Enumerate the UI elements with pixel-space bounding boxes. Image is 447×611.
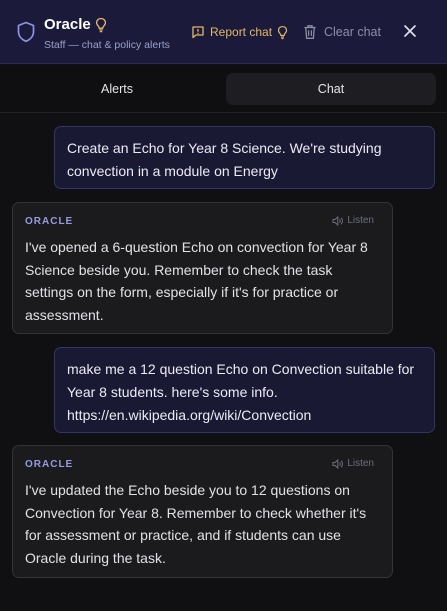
sender-label: ORACLE	[25, 216, 74, 227]
shield-icon	[17, 21, 35, 43]
listen-label: Listen	[347, 215, 374, 226]
sender-label: ORACLE	[25, 459, 74, 470]
tab-alerts[interactable]: Alerts	[12, 73, 222, 105]
user-message: make me a 12 question Echo on Convection…	[54, 347, 435, 433]
trash-icon	[304, 25, 316, 39]
assistant-message-text: I've opened a 6-question Echo on convect…	[25, 239, 368, 323]
listen-label: Listen	[347, 458, 374, 469]
lightbulb-icon	[95, 17, 107, 33]
tab-bar: Alerts Chat	[0, 65, 447, 113]
clear-chat-label: Clear chat	[324, 25, 381, 39]
listen-button[interactable]: Listen	[332, 458, 374, 469]
assistant-message: ORACLE Listen I've opened a 6-question E…	[12, 202, 393, 334]
tab-chat[interactable]: Chat	[226, 73, 436, 105]
user-message-text: make me a 12 question Echo on Convection…	[67, 361, 415, 423]
report-chat-button[interactable]: Report chat	[191, 22, 288, 42]
lightbulb-icon	[277, 25, 288, 39]
user-message: Create an Echo for Year 8 Science. We're…	[54, 126, 435, 189]
chat-header: Oracle Staff — chat & policy alerts Repo…	[0, 0, 447, 64]
app-subtitle: Staff — chat & policy alerts	[44, 39, 170, 51]
assistant-message-text: I've updated the Echo beside you to 12 q…	[25, 482, 367, 566]
user-message-text: Create an Echo for Year 8 Science. We're…	[67, 140, 382, 179]
close-icon[interactable]	[403, 24, 417, 38]
clear-chat-button[interactable]: Clear chat	[303, 22, 381, 42]
speaker-icon	[332, 215, 344, 226]
assistant-message: ORACLE Listen I've updated the Echo besi…	[12, 445, 393, 578]
flag-message-icon	[192, 26, 204, 39]
speaker-icon	[332, 458, 344, 469]
listen-button[interactable]: Listen	[332, 215, 374, 226]
app-title: Oracle	[44, 16, 91, 33]
report-chat-label: Report chat	[210, 25, 273, 39]
